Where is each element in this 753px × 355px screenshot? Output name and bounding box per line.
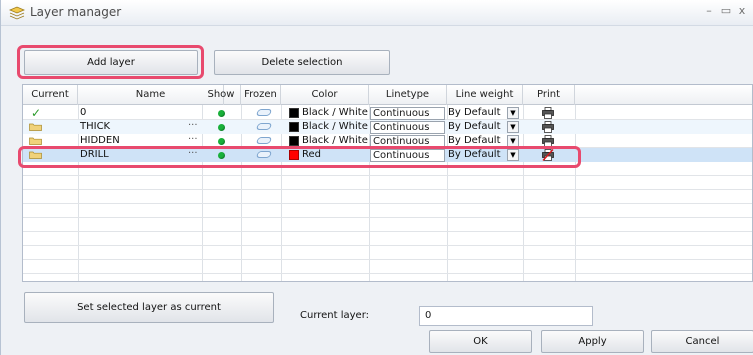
layer-folder-icon xyxy=(29,137,42,145)
table-row-layer-drill[interactable]: DRILL ··· Red Continuous By Default ▼ xyxy=(23,148,752,162)
color-swatch[interactable] xyxy=(289,150,299,160)
layers-icon xyxy=(9,6,25,20)
show-toggle-icon[interactable] xyxy=(218,138,225,145)
window-title: Layer manager xyxy=(30,5,122,19)
printer-disabled-icon[interactable] xyxy=(542,149,554,161)
layer-folder-icon xyxy=(29,151,42,159)
title-bar[interactable]: Layer manager – ▭ x xyxy=(1,0,753,26)
color-swatch[interactable] xyxy=(289,122,299,132)
grid-line xyxy=(23,217,752,218)
col-lineweight[interactable]: Line weight xyxy=(447,85,523,105)
grid-line xyxy=(23,273,752,274)
ok-button[interactable]: OK xyxy=(429,330,532,353)
layer-color[interactable]: Black / White xyxy=(302,134,368,148)
col-frozen[interactable]: Frozen xyxy=(241,85,281,105)
lineweight-select[interactable]: By Default xyxy=(448,106,501,120)
show-toggle-icon[interactable] xyxy=(218,124,225,131)
add-layer-button[interactable]: Add layer xyxy=(24,50,198,75)
table-row-layer-thick[interactable]: THICK ··· Black / White Continuous By De… xyxy=(23,120,752,134)
current-check-icon: ✓ xyxy=(31,106,42,120)
current-layer-label: Current layer: xyxy=(300,310,370,321)
lineweight-select[interactable]: By Default xyxy=(448,148,501,162)
col-color[interactable]: Color xyxy=(281,85,369,105)
frozen-toggle-icon[interactable] xyxy=(255,137,273,144)
layer-name[interactable]: 0 xyxy=(80,106,86,120)
current-layer-field[interactable]: 0 xyxy=(419,306,593,326)
show-toggle-icon[interactable] xyxy=(218,152,225,159)
close-button[interactable]: x xyxy=(735,4,749,17)
chevron-down-icon[interactable]: ▼ xyxy=(507,121,519,133)
chevron-down-icon[interactable]: ▼ xyxy=(507,149,519,161)
lineweight-select[interactable]: By Default xyxy=(448,134,501,148)
ok-label: OK xyxy=(473,336,488,347)
frozen-toggle-icon[interactable] xyxy=(255,151,273,158)
chevron-down-icon[interactable]: ▼ xyxy=(507,107,519,119)
grid-line xyxy=(23,231,752,232)
lineweight-select[interactable]: By Default xyxy=(448,120,501,134)
linetype-field[interactable]: Continuous xyxy=(370,107,445,120)
layer-folder-icon xyxy=(29,123,42,131)
linetype-field[interactable]: Continuous xyxy=(370,121,445,134)
set-current-layer-button[interactable]: Set selected layer as current xyxy=(24,292,274,323)
delete-selection-button[interactable]: Delete selection xyxy=(214,50,390,75)
table-row-layer-0[interactable]: ✓ 0 Black / White Continuous By Default … xyxy=(23,106,752,120)
layer-name[interactable]: THICK xyxy=(80,120,110,134)
add-layer-label: Add layer xyxy=(87,57,135,68)
maximize-button[interactable]: ▭ xyxy=(719,4,733,17)
minimize-button[interactable]: – xyxy=(702,4,716,17)
col-print[interactable]: Print xyxy=(523,85,575,105)
chevron-down-icon[interactable]: ▼ xyxy=(507,135,519,147)
grid-line xyxy=(23,245,752,246)
printer-icon[interactable] xyxy=(542,135,554,147)
set-current-layer-label: Set selected layer as current xyxy=(77,302,221,313)
col-current[interactable]: Current xyxy=(23,85,78,105)
linetype-field[interactable]: Continuous xyxy=(370,149,445,162)
table-row-layer-hidden[interactable]: HIDDEN ··· Black / White Continuous By D… xyxy=(23,134,752,148)
linetype-field[interactable]: Continuous xyxy=(370,135,445,148)
frozen-toggle-icon[interactable] xyxy=(255,123,273,130)
grid-line xyxy=(23,175,752,176)
table-header: Current Name Show Frozen Color Linetype … xyxy=(23,85,752,105)
layer-color[interactable]: Black / White xyxy=(302,106,368,120)
cancel-button[interactable]: Cancel xyxy=(651,330,753,353)
color-swatch[interactable] xyxy=(289,108,299,118)
layer-name[interactable]: DRILL xyxy=(80,148,109,162)
delete-selection-label: Delete selection xyxy=(261,57,343,68)
layer-color[interactable]: Black / White xyxy=(302,120,368,134)
apply-button[interactable]: Apply xyxy=(541,330,644,353)
layer-name[interactable]: HIDDEN xyxy=(80,134,120,148)
layer-color[interactable]: Red xyxy=(302,148,321,162)
printer-icon[interactable] xyxy=(542,107,554,119)
frozen-toggle-icon[interactable] xyxy=(255,109,273,116)
grid-line xyxy=(23,203,752,204)
printer-icon[interactable] xyxy=(542,121,554,133)
col-show[interactable]: Show xyxy=(202,85,241,105)
more-button[interactable]: ··· xyxy=(188,148,198,162)
more-button[interactable]: ··· xyxy=(188,134,198,148)
apply-label: Apply xyxy=(578,336,607,347)
color-swatch[interactable] xyxy=(289,136,299,146)
more-button[interactable]: ··· xyxy=(188,120,198,134)
show-toggle-icon[interactable] xyxy=(218,110,225,117)
cancel-label: Cancel xyxy=(685,336,720,347)
layer-manager-window: Layer manager – ▭ x Add layer Delete sel… xyxy=(0,0,753,355)
grid-line xyxy=(23,189,752,190)
layers-table: Current Name Show Frozen Color Linetype … xyxy=(22,84,753,282)
col-linetype[interactable]: Linetype xyxy=(369,85,447,105)
grid-line xyxy=(23,259,752,260)
